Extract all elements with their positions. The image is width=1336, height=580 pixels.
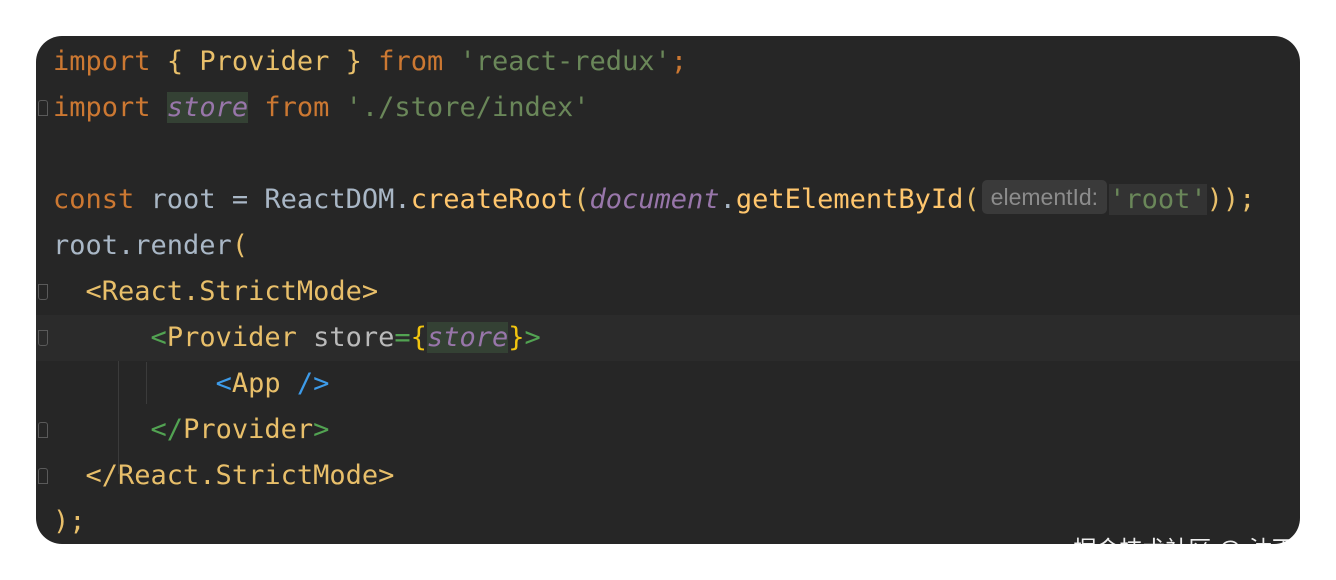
identifier-store: store	[166, 92, 249, 123]
paren-close: );	[53, 506, 86, 537]
code-line-2[interactable]: import store from './store/index'	[36, 85, 1300, 131]
jsx-bracket: >	[524, 322, 541, 353]
code-editor[interactable]: import { Provider } from 'react-redux'; …	[36, 36, 1300, 544]
method-createroot: createRoot	[410, 184, 574, 215]
code-line-3[interactable]	[36, 131, 1300, 177]
code-line-5[interactable]: root.render(	[36, 223, 1300, 269]
identifier-root: root	[150, 184, 216, 215]
code-line-4[interactable]: const root = ReactDOM.createRoot(documen…	[36, 177, 1300, 223]
keyword-from: from	[264, 92, 330, 123]
keyword-from: from	[378, 46, 444, 77]
parameter-hint: elementId:	[981, 180, 1108, 214]
jsx-attribute-store: store	[313, 322, 395, 353]
identifier-reactdom: ReactDOM	[264, 184, 395, 215]
identifier-provider: Provider	[199, 46, 330, 77]
identifier-store: store	[426, 322, 509, 353]
brace: {	[166, 46, 184, 77]
paren: (	[231, 230, 249, 261]
string-module: 'react-redux'	[459, 46, 671, 77]
jsx-bracket: <	[215, 368, 232, 399]
string-root: 'root'	[1109, 184, 1207, 215]
jsx-tag-strictmode-close: </React.StrictMode>	[85, 460, 395, 491]
fold-icon[interactable]	[38, 330, 48, 346]
brace: }	[508, 322, 525, 353]
jsx-equals: =	[394, 322, 411, 353]
dot: .	[719, 184, 736, 215]
brace: }	[345, 46, 362, 77]
code-line-9[interactable]: </Provider>	[36, 407, 1300, 453]
fold-icon[interactable]	[38, 284, 48, 300]
watermark: 掘金技术社区 @ 沐雨林	[1073, 537, 1318, 563]
keyword-import: import	[53, 92, 151, 123]
jsx-tag-app: App	[231, 368, 281, 399]
jsx-bracket: </	[150, 414, 184, 445]
jsx-tag-strictmode-open: <React.StrictMode>	[85, 276, 379, 307]
code-line-6[interactable]: <React.StrictMode>	[36, 269, 1300, 315]
keyword-import: import	[53, 46, 151, 77]
jsx-tag-provider-close: Provider	[183, 414, 314, 445]
dot: .	[394, 184, 411, 215]
paren: (	[573, 184, 590, 215]
keyword-const: const	[53, 184, 135, 215]
jsx-tag-provider: Provider	[166, 322, 297, 353]
paren-close: ));	[1206, 184, 1256, 215]
jsx-bracket: >	[313, 414, 330, 445]
jsx-bracket: <	[150, 322, 167, 353]
code-line-10[interactable]: </React.StrictMode>	[36, 453, 1300, 499]
identifier-root-render: root.render	[53, 230, 232, 261]
jsx-self-close: />	[296, 368, 330, 399]
method-getelementbyid: getElementById	[735, 184, 964, 215]
operator-equals: =	[231, 184, 249, 215]
fold-icon[interactable]	[38, 422, 48, 438]
identifier-document: document	[589, 184, 720, 215]
brace: {	[410, 322, 427, 353]
code-line-7[interactable]: <Provider store={store}>	[36, 315, 1300, 361]
string-module: './store/index'	[345, 92, 590, 123]
code-line-1[interactable]: import { Provider } from 'react-redux';	[36, 39, 1300, 85]
semicolon: ;	[670, 46, 688, 77]
fold-icon[interactable]	[38, 468, 48, 484]
paren: (	[963, 184, 980, 215]
fold-icon[interactable]	[38, 100, 48, 116]
code-line-8[interactable]: <App />	[36, 361, 1300, 407]
